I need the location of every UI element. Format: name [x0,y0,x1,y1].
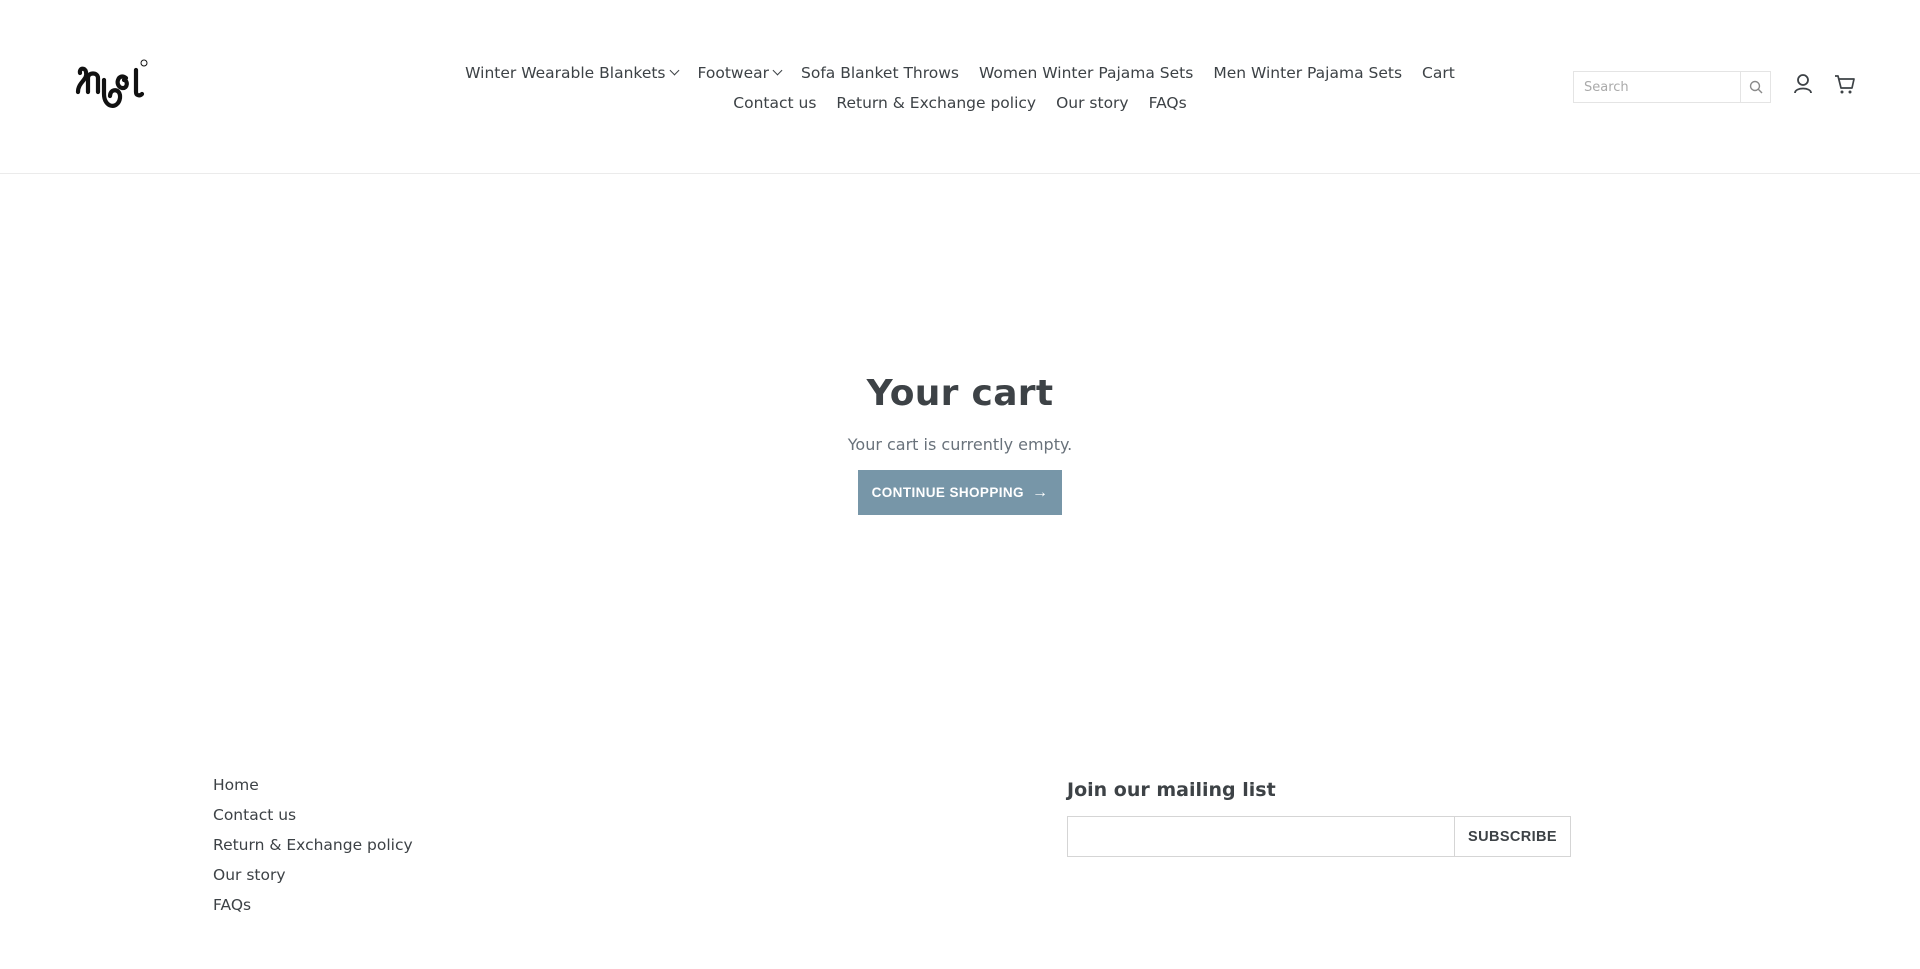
footer-link-return-exchange-policy[interactable]: Return & Exchange policy [213,830,413,860]
mailing-list-title: Join our mailing list [1067,779,1276,801]
nav-item-footwear[interactable]: Footwear [688,58,792,88]
cart-empty-message: Your cart is currently empty. [847,435,1073,454]
footer-link-contact-us[interactable]: Contact us [213,800,413,830]
chevron-down-icon [772,65,783,76]
email-field[interactable] [1067,816,1455,857]
footer-links: Home Contact us Return & Exchange policy… [213,770,413,920]
page-title: Your cart [866,373,1054,414]
site-header: Winter Wearable Blankets Footwear Sofa B… [0,0,1920,174]
nav-row-2: Contact us Return & Exchange policy Our … [500,88,1420,118]
footer-link-our-story[interactable]: Our story [213,860,413,890]
cart-main: Your cart Your cart is currently empty. … [0,370,1920,515]
nav-item-cart[interactable]: Cart [1412,58,1465,88]
nav-item-faqs[interactable]: FAQs [1139,88,1197,118]
search-box [1573,71,1771,103]
snugl-logo[interactable] [74,58,150,114]
subscribe-button[interactable]: SUBSCRIBE [1455,816,1571,857]
mailing-list: Join our mailing list SUBSCRIBE [1067,774,1571,857]
continue-shopping-button[interactable]: CONTINUE SHOPPING → [858,470,1062,515]
search-button[interactable] [1740,72,1770,102]
nav-item-contact-us[interactable]: Contact us [723,88,826,118]
nav-item-winter-wearable-blankets[interactable]: Winter Wearable Blankets [455,58,687,88]
search-input[interactable] [1574,72,1740,102]
arrow-right-icon: → [1031,483,1049,501]
footer-link-faqs[interactable]: FAQs [213,890,413,920]
cart-icon[interactable] [1833,72,1857,96]
account-icon[interactable] [1791,72,1815,96]
main-nav: Winter Wearable Blankets Footwear Sofa B… [465,58,1455,118]
continue-shopping-label: CONTINUE SHOPPING [871,485,1024,500]
search-icon [1749,80,1762,94]
mailing-list-form: SUBSCRIBE [1067,816,1571,857]
nav-row-1: Winter Wearable Blankets Footwear Sofa B… [465,58,1455,88]
nav-item-men-winter-pajama-sets[interactable]: Men Winter Pajama Sets [1203,58,1412,88]
footer-link-home[interactable]: Home [213,770,413,800]
nav-item-sofa-blanket-throws[interactable]: Sofa Blanket Throws [791,58,969,88]
nav-item-our-story[interactable]: Our story [1046,88,1139,118]
nav-item-return-exchange-policy[interactable]: Return & Exchange policy [826,88,1046,118]
chevron-down-icon [669,65,679,76]
nav-item-women-winter-pajama-sets[interactable]: Women Winter Pajama Sets [969,58,1203,88]
